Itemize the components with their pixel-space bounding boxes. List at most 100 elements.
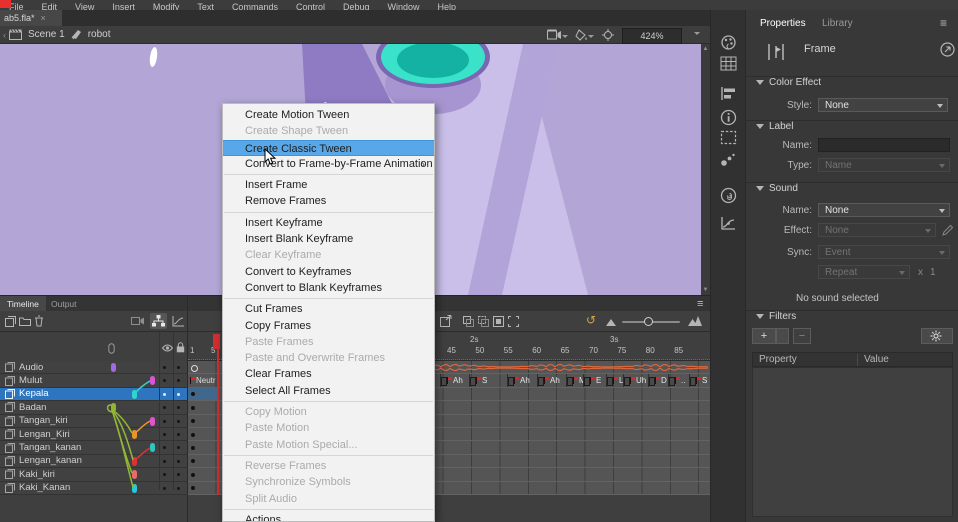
tab-library[interactable]: Library (822, 18, 853, 29)
visibility-dot[interactable] (163, 433, 166, 436)
delete-icon[interactable] (34, 315, 44, 327)
menu-item-insert-frame[interactable]: Insert Frame (223, 177, 434, 193)
section-filters[interactable]: Filters (746, 310, 958, 325)
parent-mark-lengan-kanan[interactable] (132, 457, 137, 466)
lock-dot[interactable] (177, 433, 180, 436)
visibility-dot[interactable] (163, 366, 166, 369)
lock-dot[interactable] (177, 366, 180, 369)
lock-icon[interactable] (176, 342, 185, 353)
remove-filter-button[interactable]: − (793, 328, 811, 344)
tab-properties[interactable]: Properties (760, 18, 806, 29)
lock-dot[interactable] (177, 393, 180, 396)
swatches-panel-icon[interactable] (720, 56, 737, 73)
menu-item-actions[interactable]: Actions (223, 512, 434, 522)
menu-debug[interactable]: Debug (343, 2, 370, 10)
camera-icon[interactable] (131, 316, 145, 326)
section-label[interactable]: Label (746, 120, 958, 135)
menu-insert[interactable]: Insert (112, 2, 135, 10)
loop-icon[interactable]: ↺ (586, 313, 596, 327)
breadcrumb-scene[interactable]: Scene 1 (28, 29, 65, 40)
filter-options-button[interactable] (921, 328, 953, 344)
menu-item-convert-to-keyframes[interactable]: Convert to Keyframes (223, 264, 434, 280)
menu-item-insert-blank-keyframe[interactable]: Insert Blank Keyframe (223, 231, 434, 247)
onion-skin-icon[interactable] (463, 316, 474, 327)
menu-control[interactable]: Control (296, 2, 325, 10)
add-filter-button[interactable]: + (752, 328, 776, 344)
menu-item-clear-frames[interactable]: Clear Frames (223, 366, 434, 382)
menu-item-convert-to-frame-by-frame-animation[interactable]: Convert to Frame-by-Frame Animation› (223, 156, 434, 172)
scroll-up-icon[interactable]: ▲ (701, 46, 710, 52)
motion-editor-panel-icon[interactable] (720, 216, 737, 233)
lock-dot[interactable] (177, 487, 180, 490)
menu-view[interactable]: View (75, 2, 94, 10)
scroll-down-icon[interactable]: ▼ (701, 287, 710, 293)
section-sound[interactable]: Sound (746, 182, 958, 197)
back-chevron-icon[interactable]: ‹ (3, 30, 6, 40)
playhead-marker[interactable] (213, 334, 220, 349)
new-layer-icon[interactable] (5, 316, 16, 327)
tab-timeline[interactable]: Timeline (0, 296, 46, 311)
menu-help[interactable]: Help (438, 2, 457, 10)
parent-mark-lengan-kiri[interactable] (132, 430, 137, 439)
fill-icon[interactable] (575, 29, 588, 41)
pencil-icon[interactable] (942, 224, 954, 236)
cc-libraries-panel-icon[interactable] (720, 187, 737, 204)
zoom-level-select[interactable]: 424% (622, 28, 682, 44)
parent-mark-audio[interactable] (111, 363, 116, 372)
parent-mark-mulut[interactable] (150, 376, 155, 385)
center-stage-icon[interactable] (602, 29, 614, 41)
zoom-in-icon[interactable] (688, 316, 702, 326)
eye-icon[interactable] (162, 344, 173, 352)
tab-output[interactable]: Output (44, 296, 84, 311)
filters-table-body[interactable] (752, 367, 953, 517)
menu-edit[interactable]: Edit (42, 2, 58, 10)
menu-item-convert-to-blank-keyframes[interactable]: Convert to Blank Keyframes (223, 280, 434, 296)
menu-item-create-classic-tween[interactable]: Create Classic Tween (223, 140, 434, 156)
menu-item-insert-keyframe[interactable]: Insert Keyframe (223, 215, 434, 231)
timeline-panel-menu-icon[interactable]: ≡ (697, 298, 703, 310)
menu-text[interactable]: Text (197, 2, 214, 10)
export-frame-icon[interactable] (440, 315, 453, 327)
document-tab[interactable]: ab5.fla* × (0, 10, 62, 26)
align-panel-icon[interactable] (720, 86, 737, 103)
lock-dot[interactable] (177, 420, 180, 423)
onion-skin-outline-icon[interactable] (478, 316, 489, 327)
parenting-view-icon[interactable] (150, 313, 167, 329)
lock-dot[interactable] (177, 460, 180, 463)
visibility-dot[interactable] (163, 460, 166, 463)
stage-scrollbar[interactable]: ▲ ▼ (701, 44, 710, 295)
menu-item-select-all-frames[interactable]: Select All Frames (223, 383, 434, 399)
camera-dropdown-arrow-icon[interactable] (562, 35, 568, 38)
edit-multiple-frames-icon[interactable] (493, 316, 504, 327)
close-icon[interactable]: × (41, 13, 46, 23)
parent-mark-kaki-kiri[interactable] (132, 470, 137, 479)
menu-item-remove-frames[interactable]: Remove Frames (223, 193, 434, 209)
breadcrumb-symbol[interactable]: robot (88, 29, 111, 40)
menu-item-cut-frames[interactable]: Cut Frames (223, 301, 434, 317)
menu-modify[interactable]: Modify (153, 2, 180, 10)
zoom-chevron-icon[interactable] (694, 32, 700, 35)
parent-mark-kaki-kanan[interactable] (132, 484, 137, 493)
modify-markers-icon[interactable] (508, 316, 519, 327)
camera-dropdown-icon[interactable] (547, 29, 562, 40)
visibility-dot[interactable] (163, 487, 166, 490)
section-color-effect[interactable]: Color Effect (746, 76, 958, 91)
fill-dropdown-arrow-icon[interactable] (588, 35, 594, 38)
parent-mark-badan[interactable] (111, 403, 116, 412)
info-panel-icon[interactable] (720, 109, 737, 126)
menu-file[interactable]: File (9, 2, 24, 10)
menu-item-create-motion-tween[interactable]: Create Motion Tween (223, 107, 434, 123)
graph-icon[interactable] (172, 315, 185, 327)
new-folder-icon[interactable] (19, 316, 31, 326)
hamburger-icon[interactable]: ≡ (940, 16, 947, 30)
style-select[interactable]: None (818, 98, 948, 112)
parent-mark-kepala[interactable] (132, 390, 137, 399)
add-filter-dropdown[interactable] (776, 328, 789, 344)
brush-library-panel-icon[interactable] (720, 152, 737, 169)
parent-mark-tangan-kanan[interactable] (150, 443, 155, 452)
menu-window[interactable]: Window (388, 2, 420, 10)
timeline-zoom-slider-knob[interactable] (644, 317, 653, 326)
sound-name-select[interactable]: None (818, 203, 950, 217)
color-panel-icon[interactable] (720, 34, 737, 51)
visibility-dot[interactable] (163, 420, 166, 423)
